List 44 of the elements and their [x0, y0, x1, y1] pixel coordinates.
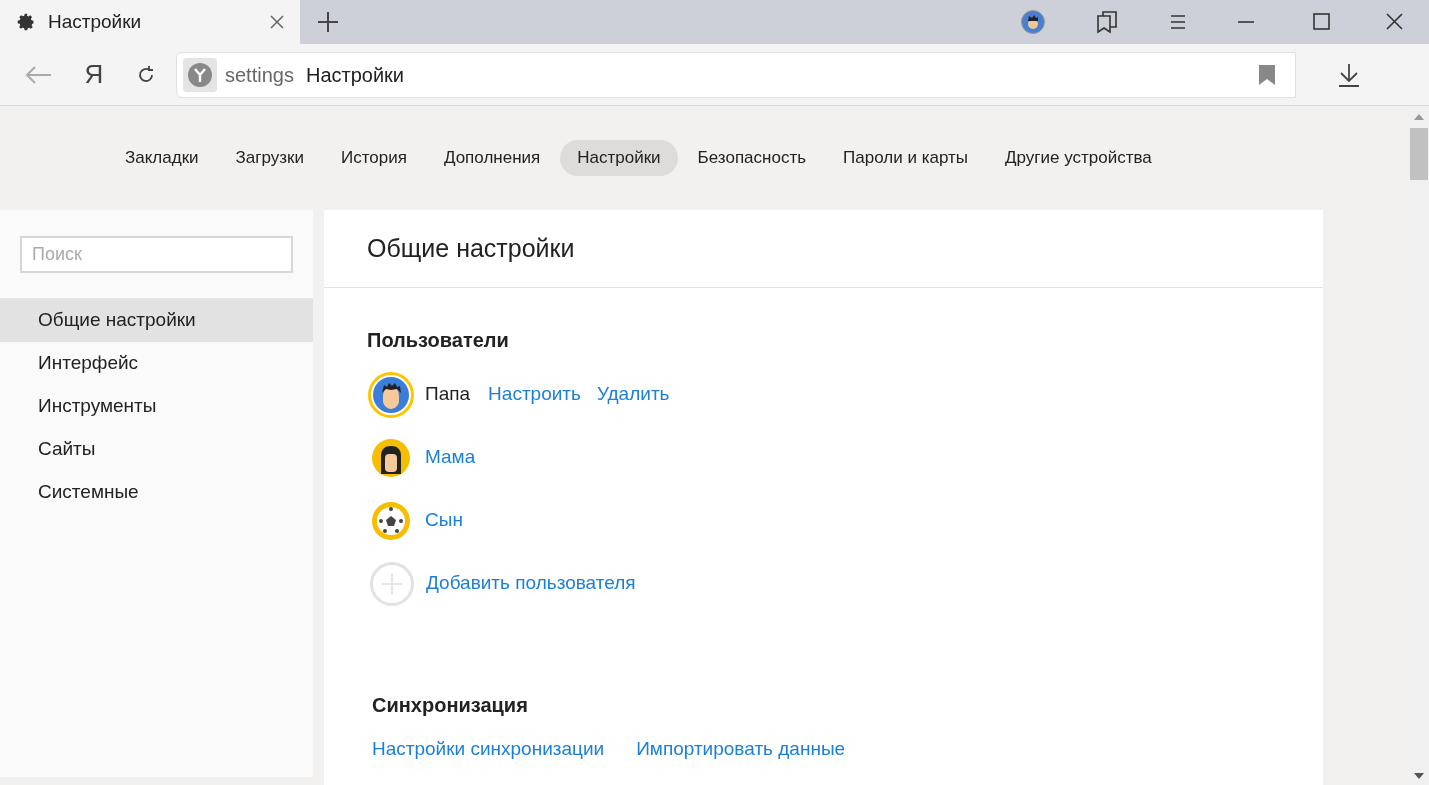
- user-link[interactable]: Мама: [425, 443, 476, 472]
- settings-icon: [16, 12, 36, 32]
- section-heading: Пользователи: [367, 328, 510, 353]
- address-bar[interactable]: settings Настройки: [176, 51, 1296, 98]
- nav-tab[interactable]: Дополнения: [426, 140, 558, 176]
- bookmark-icon[interactable]: [1259, 64, 1275, 85]
- tab-title: Настройки: [48, 9, 143, 34]
- section-heading: Синхронизация: [372, 693, 529, 718]
- close-icon[interactable]: [1386, 13, 1403, 30]
- address-title: Настройки: [305, 62, 405, 88]
- yandex-logo[interactable]: Я: [84, 55, 104, 94]
- nav-tab[interactable]: Другие устройства: [988, 140, 1169, 176]
- search-field[interactable]: Поиск: [20, 235, 293, 273]
- page-title: Общие настройки: [367, 232, 575, 264]
- sidebar-item[interactable]: Сайты: [0, 428, 313, 471]
- add-user-link[interactable]: Добавить пользователя: [426, 569, 636, 598]
- nav-tab[interactable]: История: [324, 140, 424, 176]
- sidebar-item[interactable]: Инструменты: [0, 385, 313, 428]
- download-icon[interactable]: [1338, 62, 1360, 87]
- nav-tab[interactable]: Загрузки: [218, 140, 321, 176]
- reload-icon[interactable]: [136, 64, 156, 85]
- address-scheme: settings: [225, 62, 294, 88]
- user-action-link[interactable]: Настроить: [488, 380, 581, 409]
- nav-tab[interactable]: Пароли и карты: [826, 140, 985, 176]
- profile-avatar-icon[interactable]: [1021, 10, 1045, 34]
- sidebar-item[interactable]: Системные: [0, 471, 313, 514]
- nav-tab[interactable]: Настройки: [560, 140, 678, 176]
- scroll-down-icon[interactable]: [1414, 773, 1424, 779]
- sync-link[interactable]: Настройки синхронизации: [372, 735, 605, 764]
- nav-tab[interactable]: Безопасность: [680, 140, 824, 176]
- menu-icon[interactable]: [1169, 13, 1187, 31]
- browser-tab[interactable]: Настройки: [0, 0, 300, 44]
- maximize-icon[interactable]: [1313, 13, 1330, 30]
- nav-tab[interactable]: Закладки: [108, 140, 216, 176]
- sidebar-item[interactable]: Интерфейс: [0, 342, 313, 385]
- close-icon[interactable]: [270, 15, 284, 29]
- sidebar-item[interactable]: Общие настройки: [0, 299, 313, 342]
- user-action-link[interactable]: Удалить: [596, 380, 670, 409]
- scrollbar-thumb[interactable]: [1410, 128, 1428, 180]
- new-tab-icon[interactable]: [316, 10, 340, 34]
- user-name: Папа: [425, 382, 471, 407]
- bookmarks-icon[interactable]: [1095, 10, 1119, 34]
- user-link[interactable]: Сын: [425, 506, 463, 535]
- sync-link[interactable]: Импортировать данные: [636, 735, 846, 764]
